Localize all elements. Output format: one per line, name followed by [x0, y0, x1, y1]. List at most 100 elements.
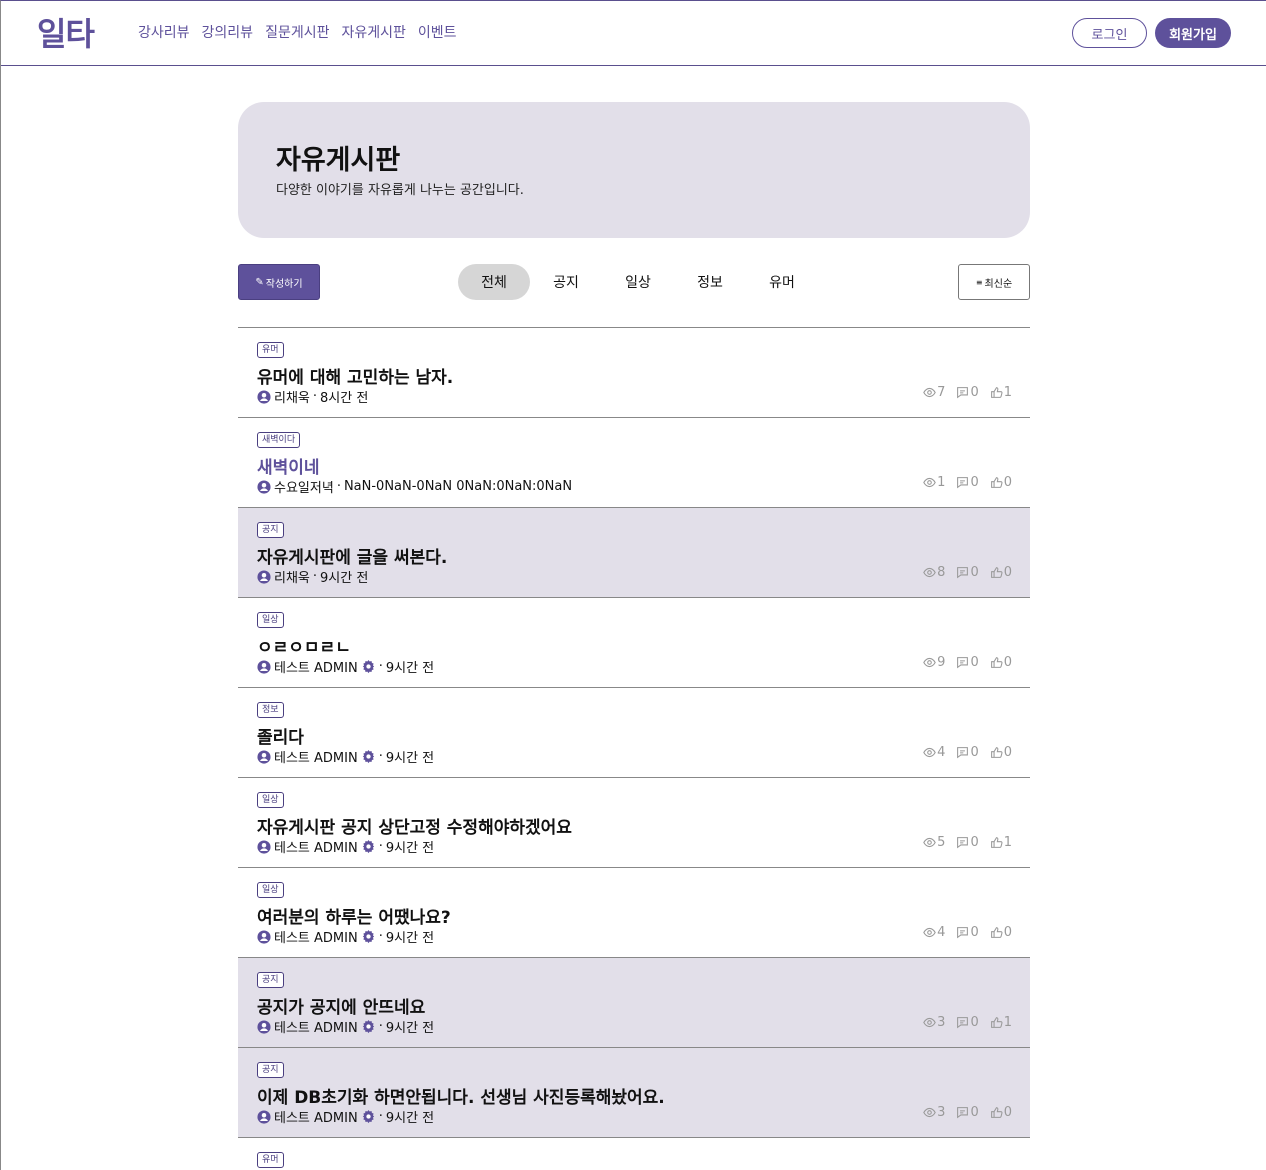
main-nav: 강사리뷰 강의리뷰 질문게시판 자유게시판 이벤트 — [138, 22, 457, 42]
comment-count-stat: 0 — [956, 475, 979, 490]
comment-count: 0 — [970, 1015, 979, 1030]
view-count-stat: 4 — [923, 745, 945, 760]
post-title[interactable]: 졸리다 — [257, 723, 304, 748]
post-stats: 8 0 0 — [923, 565, 1012, 580]
nav-free-board[interactable]: 자유게시판 — [341, 22, 405, 42]
user-avatar-icon — [257, 1109, 271, 1124]
user-avatar-icon — [257, 749, 271, 764]
post-stats: 1 0 0 — [923, 475, 1012, 490]
thumbs-up-icon — [990, 566, 1003, 579]
nav-question-board[interactable]: 질문게시판 — [265, 22, 329, 42]
comment-count: 0 — [970, 655, 979, 670]
post-author: 리채욱 — [274, 391, 310, 406]
post-category-badge: 유머 — [257, 342, 284, 358]
sort-button[interactable]: ≡ 최신순 — [958, 264, 1030, 300]
post-row[interactable]: 유머 유머에 대해 고민하는 남자. 리채욱 · 8시간 전701 — [238, 328, 1030, 418]
admin-gear-icon — [361, 659, 376, 674]
write-label: 작성하기 — [265, 278, 303, 290]
like-count: 1 — [1003, 1015, 1012, 1030]
post-row[interactable]: 유머 — [238, 1138, 1030, 1170]
tab-notice[interactable]: 공지 — [530, 264, 602, 300]
post-row[interactable]: 일상 ㅇㄹㅇㅁㄹㄴ 테스트 ADMIN · 9시간 전 9 0 0 — [238, 598, 1030, 688]
nav-lecture-review[interactable]: 강의리뷰 — [202, 22, 254, 42]
view-count: 4 — [937, 925, 946, 940]
login-button[interactable]: 로그인 — [1072, 18, 1147, 48]
like-count: 0 — [1003, 565, 1012, 580]
view-count: 4 — [937, 745, 946, 760]
eye-icon — [923, 746, 936, 759]
post-meta: 수요일저녁 · NaN-0NaN-0NaN 0NaN:0NaN:0NaN — [257, 477, 572, 496]
like-count: 0 — [1003, 475, 1012, 490]
comment-icon — [956, 926, 969, 939]
nav-instructor-review[interactable]: 강사리뷰 — [138, 22, 190, 42]
view-count: 3 — [937, 1015, 946, 1030]
post-title[interactable]: 이제 DB초기화 하면안됩니다. 선생님 사진등록해놨어요. — [257, 1083, 665, 1108]
post-title[interactable]: 자유게시판 공지 상단고정 수정해야하겠어요 — [257, 813, 572, 838]
like-count-stat: 0 — [990, 565, 1012, 580]
user-avatar-icon — [257, 479, 271, 494]
post-title[interactable]: 유머에 대해 고민하는 남자. — [257, 363, 453, 388]
post-row[interactable]: 공지 공지가 공지에 안뜨네요 테스트 ADMIN · 9시간 전 3 0 1 — [238, 958, 1030, 1048]
post-row[interactable]: 공지 자유게시판에 글을 써본다. 리채욱 · 9시간 전800 — [238, 508, 1030, 598]
meta-separator: · — [378, 929, 383, 944]
post-meta: 테스트 ADMIN · 9시간 전 — [257, 657, 434, 676]
post-title[interactable]: 자유게시판에 글을 써본다. — [257, 543, 447, 568]
post-row[interactable]: 일상 여러분의 하루는 어땠나요? 테스트 ADMIN · 9시간 전 4 0 0 — [238, 868, 1030, 958]
view-count-stat: 5 — [923, 835, 945, 850]
post-time: 9시간 전 — [385, 841, 435, 856]
post-category-badge: 일상 — [257, 612, 284, 628]
comment-count-stat: 0 — [956, 655, 979, 670]
admin-gear-icon — [361, 839, 376, 854]
thumbs-up-icon — [990, 386, 1003, 399]
tab-info[interactable]: 정보 — [674, 264, 746, 300]
comment-count-stat: 0 — [956, 925, 979, 940]
comment-count-stat: 0 — [956, 745, 979, 760]
tab-all[interactable]: 전체 — [458, 264, 530, 300]
thumbs-up-icon — [990, 476, 1003, 489]
post-category-badge: 공지 — [257, 1062, 284, 1078]
like-count-stat: 0 — [990, 745, 1012, 760]
tab-humor[interactable]: 유머 — [746, 264, 818, 300]
post-row[interactable]: 일상 자유게시판 공지 상단고정 수정해야하겠어요 테스트 ADMIN · 9시간 전 5… — [238, 778, 1030, 868]
post-title[interactable]: 새벽이네 — [257, 453, 320, 478]
post-category-badge: 공지 — [257, 522, 284, 538]
page-subtitle: 다양한 이야기를 자유롭게 나누는 공간입니다. — [276, 183, 524, 198]
post-stats: 3 0 1 — [923, 1015, 1012, 1030]
signup-button[interactable]: 회원가입 — [1155, 18, 1231, 48]
user-avatar-icon — [257, 1019, 271, 1034]
post-title[interactable]: 공지가 공지에 안뜨네요 — [257, 993, 425, 1018]
post-row[interactable]: 새벽이다 새벽이네 수요일저녁 · NaN-0NaN-0NaN 0NaN:0NaN:0N… — [238, 418, 1030, 508]
site-logo[interactable]: 일타 — [37, 9, 95, 55]
admin-gear-icon — [361, 1019, 376, 1034]
post-category-badge: 유머 — [257, 1152, 284, 1168]
post-time: 9시간 전 — [320, 571, 369, 586]
post-title[interactable]: ㅇㄹㅇㅁㄹㄴ — [257, 633, 351, 658]
comment-icon — [956, 566, 969, 579]
comment-icon — [956, 1106, 969, 1119]
comment-icon — [956, 656, 969, 669]
view-count: 5 — [937, 835, 946, 850]
post-category-badge: 새벽이다 — [257, 432, 301, 448]
post-author: 수요일저녁 — [274, 481, 334, 496]
tab-daily[interactable]: 일상 — [602, 264, 674, 300]
post-time: NaN-0NaN-0NaN 0NaN:0NaN:0NaN — [343, 479, 573, 494]
nav-event[interactable]: 이벤트 — [418, 22, 457, 42]
thumbs-up-icon — [990, 1016, 1003, 1029]
post-row[interactable]: 공지 이제 DB초기화 하면안됩니다. 선생님 사진등록해놨어요. 테스트 ADMI… — [238, 1048, 1030, 1138]
like-count-stat: 0 — [990, 925, 1012, 940]
post-time: 9시간 전 — [385, 661, 435, 676]
post-author: 테스트 ADMIN — [274, 1021, 358, 1036]
write-post-button[interactable]: ✎ 작성하기 — [238, 264, 320, 300]
view-count: 7 — [937, 385, 946, 400]
post-meta: 리채욱 · 8시간 전 — [257, 387, 368, 406]
post-stats: 9 0 0 — [923, 655, 1012, 670]
post-author: 리채욱 — [274, 571, 310, 586]
post-meta: 테스트 ADMIN · 9시간 전 — [257, 837, 434, 856]
comment-icon — [956, 836, 969, 849]
admin-gear-icon — [361, 749, 376, 764]
post-title[interactable]: 여러분의 하루는 어땠나요? — [257, 903, 451, 928]
thumbs-up-icon — [990, 926, 1003, 939]
post-row[interactable]: 정보 졸리다 테스트 ADMIN · 9시간 전 4 0 0 — [238, 688, 1030, 778]
meta-separator: · — [336, 479, 341, 494]
thumbs-up-icon — [990, 746, 1003, 759]
